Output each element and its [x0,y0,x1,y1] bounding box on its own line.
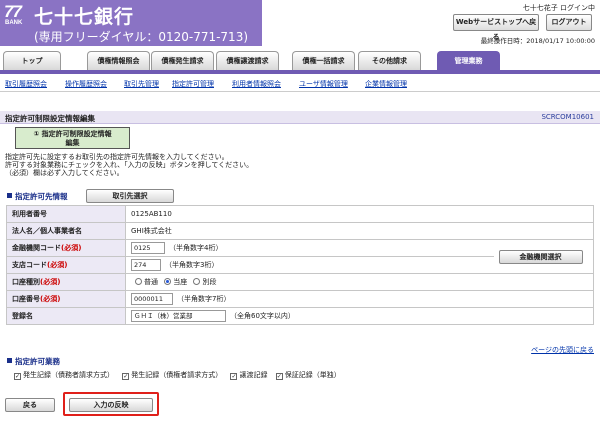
user-number-label: 利用者番号 [6,205,126,223]
bank-code-hint: （半角数字4桁） [169,244,223,252]
tab-claim-transfer[interactable]: 債権譲渡請求 [216,51,279,70]
branch-code-label: 支店コード(必須) [6,256,126,274]
checkbox-checked-icon[interactable]: ✓ [122,373,130,380]
checkbox-checked-icon[interactable]: ✓ [14,373,21,380]
check-transfer[interactable]: ✓ 譲渡記録 [230,371,267,380]
required-mark: (必須) [40,295,61,303]
table-row: 法人名／個人事業者名 GHI株式会社 [6,222,594,240]
user-number-value: 0125AB110 [125,205,594,223]
account-number-label: 口座番号(必須) [6,290,126,308]
sub-nav: 取引履歴照会 操作履歴照会 取引先管理 指定許可管理 利用者情報照会 ユーザ情報… [0,76,600,92]
main-nav: トップ 債権情報照会 債権発生請求 債権譲渡請求 債権一括請求 その他請求 管理… [0,47,600,74]
instruction-line: （必須）欄は必ず入力してください。 [5,169,124,177]
radio-special-label: 別段 [202,278,217,286]
account-number-input[interactable]: 0000011 [131,293,173,305]
corp-name-label: 法人名／個人事業者名 [6,222,126,240]
page-title-bar: 指定許可制限設定情報編集 SCRCOM10601 [0,111,600,124]
subnav-transaction-history[interactable]: 取引履歴照会 [5,79,47,89]
radio-special[interactable] [193,278,201,285]
registered-name-label: 登録名 [6,307,126,325]
last-operation-time: 最終操作日時：2018/01/17 10:00:00 [480,37,595,45]
bank-code-label: 金融機関コード(必須) [6,239,126,257]
corp-name-value: GHI株式会社 [125,222,594,240]
header: 77 BANK 七十七銀行 (専用フリーダイヤル：0120-771-713) 七… [0,0,600,46]
subnav-user-info-inquiry[interactable]: 利用者情報照会 [232,79,281,89]
tab-claim-inquiry[interactable]: 債権情報照会 [87,51,150,70]
account-number-hint: （半角数字7桁） [177,295,231,303]
web-service-top-button[interactable]: Webサービストップへ戻る [453,14,539,41]
table-row: 金融機関コード(必須) 0125 （半角数字4桁） 金融機関選択 [6,239,594,274]
instructions: 指定許可先に設定するお取引先の指定許可先情報を入力してください。 許可する対象業… [5,153,253,177]
required-mark: (必須) [47,261,68,269]
check-issue-creditor[interactable]: ✓ 発生記録（債権者請求方式） [122,371,222,380]
registered-name-hint: （全角60文字以内） [230,312,295,320]
permitted-tasks-checkboxes: ✓ 発生記録（債務者請求方式） ✓ 発生記録（債権者請求方式） ✓ 譲渡記録 ✓ 保証記… [14,370,347,380]
branch-code-cell: 274 （半角数字3桁） [125,256,494,274]
tab-bulk-request[interactable]: 債権一括請求 [292,51,355,70]
bank-select-cell: 金融機関選択 [493,239,594,274]
subnav-company-management[interactable]: 企業情報管理 [365,79,407,89]
tab-other-request[interactable]: その他請求 [358,51,421,70]
radio-ordinary[interactable] [135,278,142,285]
apply-input-button[interactable]: 入力の反映 [69,398,153,412]
instruction-line: 指定許可先に設定するお取引先の指定許可先情報を入力してください。 [5,153,229,161]
section-marker-icon [7,193,12,198]
step-indicator: ① 指定許可制限設定情報 編集 [15,127,130,149]
instruction-line: 許可する対象業務にチェックを入れ、「入力の反映」ボタンを押してください。 [5,161,254,169]
user-status: 七十七花子 ログイン中 [522,4,595,12]
table-row: 口座番号(必須) 0000011 （半角数字7桁） [6,290,594,308]
tab-claim-issue[interactable]: 債権発生請求 [151,51,214,70]
checkbox-checked-icon[interactable]: ✓ [230,373,238,380]
section-marker-icon [7,358,12,363]
account-type-radios: 普通 当座 別段 [125,273,594,291]
check-issue-debtor[interactable]: ✓ 発生記録（債務者請求方式） [14,371,114,380]
subnav-operation-history[interactable]: 操作履歴照会 [65,79,107,89]
brand-banner: 77 BANK 七十七銀行 (専用フリーダイヤル：0120-771-713) [0,0,262,46]
bank-code-cell: 0125 （半角数字4桁） [125,239,494,257]
table-row: 利用者番号 0125AB110 [6,205,594,223]
tab-top[interactable]: トップ [3,51,61,70]
bank-logo: 77 [4,2,22,21]
bank-code-input[interactable]: 0125 [131,242,165,254]
logout-button[interactable]: ログアウト [546,14,592,31]
subnav-user-management[interactable]: ユーザ情報管理 [299,79,348,89]
check-guarantee[interactable]: ✓ 保証記録（単独） [275,371,341,380]
required-mark: (必須) [61,244,82,252]
account-type-label: 口座種別(必須) [6,273,126,291]
checkbox-checked-icon[interactable]: ✓ [275,373,283,380]
bank-select-button[interactable]: 金融機関選択 [498,250,583,264]
subnav-partner-management[interactable]: 取引先管理 [124,79,159,89]
branch-code-hint: （半角数字3桁） [165,261,219,269]
radio-current[interactable] [164,278,172,285]
radio-current-label: 当座 [173,278,188,286]
table-row: 口座種別(必須) 普通 当座 別段 [6,273,594,291]
page-top-link[interactable]: ページの先頭に戻る [531,345,594,355]
table-row: 登録名 ＧＨＩ（株）営業部 （全角60文字以内） [6,307,594,325]
required-mark: (必須) [40,278,61,286]
select-partner-button[interactable]: 取引先選択 [86,189,174,203]
section-permission-target-heading: 指定許可先情報 [7,191,68,202]
bank-phone: (専用フリーダイヤル：0120-771-713) [34,30,249,44]
registered-name-input[interactable]: ＧＨＩ（株）営業部 [131,310,226,322]
radio-ordinary-label: 普通 [144,278,158,286]
section-permitted-tasks-heading: 指定許可業務 [7,356,60,367]
tab-admin[interactable]: 管理業務 [437,51,500,70]
permission-target-form: 利用者番号 0125AB110 法人名／個人事業者名 GHI株式会社 金融機関コ… [6,205,594,325]
screen-code: SCRCOM10601 [541,113,594,121]
back-button[interactable]: 戻る [5,398,55,412]
page-title: 指定許可制限設定情報編集 [5,114,95,123]
step-label: ① 指定許可制限設定情報 編集 [33,130,112,147]
section-heading-text: 指定許可業務 [15,357,60,366]
subnav-permission-management[interactable]: 指定許可管理 [172,79,214,89]
bank-logo-sub: BANK [5,20,23,26]
branch-code-input[interactable]: 274 [131,259,161,271]
account-number-cell: 0000011 （半角数字7桁） [125,290,594,308]
section-heading-text: 指定許可先情報 [15,192,68,201]
registered-name-cell: ＧＨＩ（株）営業部 （全角60文字以内） [125,307,594,325]
bank-name: 七十七銀行 [34,6,135,28]
